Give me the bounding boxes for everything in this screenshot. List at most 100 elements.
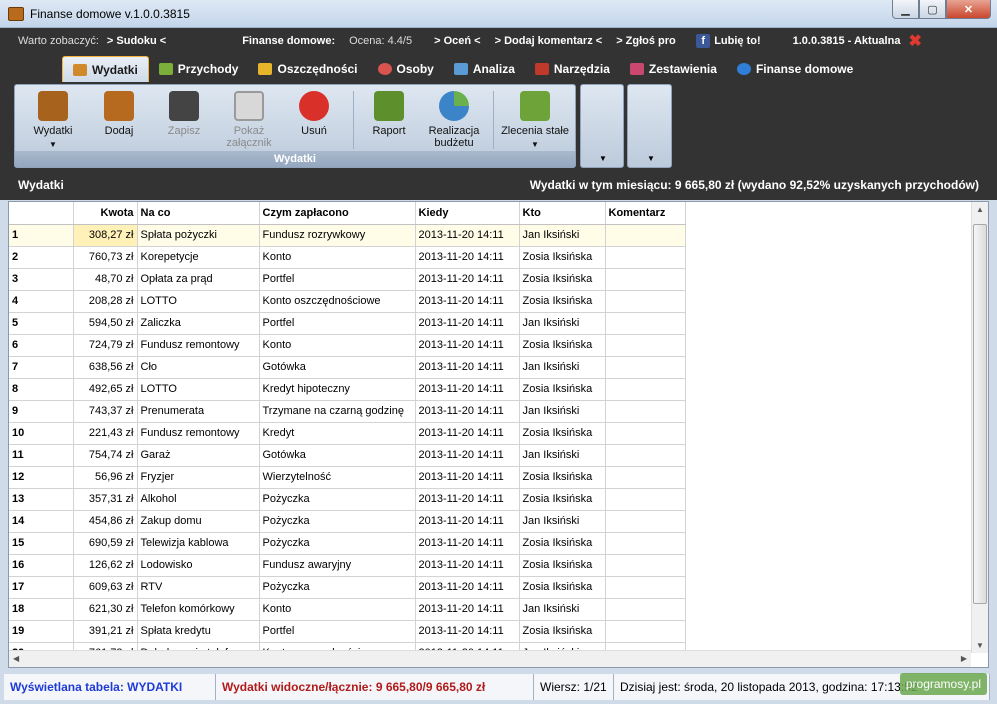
- table-cell[interactable]: Pożyczka: [259, 532, 416, 555]
- table-cell[interactable]: 594,50 zł: [73, 312, 138, 335]
- table-cell[interactable]: 2013-11-20 14:11: [415, 598, 520, 621]
- table-cell[interactable]: 391,21 zł: [73, 620, 138, 643]
- table-cell[interactable]: Gotówka: [259, 444, 416, 467]
- column-header-5[interactable]: Kto: [519, 202, 606, 225]
- table-row[interactable]: 10 221,43 zł Fundusz remontowy Kredyt 2013-1…: [9, 422, 686, 445]
- tab-oszczednosci[interactable]: Oszczędności: [248, 56, 367, 82]
- table-cell[interactable]: Opłata za prąd: [137, 268, 260, 291]
- sudoku-link[interactable]: > Sudoku <: [107, 35, 166, 47]
- table-cell[interactable]: Konto: [259, 598, 416, 621]
- column-header-0[interactable]: [9, 202, 74, 225]
- table-cell[interactable]: Zosia Iksińska: [519, 246, 606, 269]
- table-cell[interactable]: Kredyt: [259, 422, 416, 445]
- table-cell[interactable]: Prenumerata: [137, 400, 260, 423]
- add-comment-link[interactable]: > Dodaj komentarz <: [495, 35, 603, 47]
- table-cell[interactable]: Konto oszczędnościowe: [259, 290, 416, 313]
- table-cell[interactable]: 56,96 zł: [73, 466, 138, 489]
- expenses-grid[interactable]: Kwota Na co Czym zapłacono Kiedy Kto Komentar…: [8, 201, 989, 668]
- table-cell[interactable]: Pożyczka: [259, 510, 416, 533]
- table-cell[interactable]: 17: [9, 576, 74, 599]
- table-cell[interactable]: Spłata kredytu: [137, 620, 260, 643]
- table-cell[interactable]: 638,56 zł: [73, 356, 138, 379]
- table-cell[interactable]: Konto: [259, 246, 416, 269]
- table-row[interactable]: 12 56,96 zł Fryzjer Wierzytelność 2013-11-20…: [9, 466, 686, 489]
- table-row[interactable]: 11 754,74 zł Garaż Gotówka 2013-11-20 14:11 J…: [9, 444, 686, 467]
- table-cell[interactable]: Fundusz remontowy: [137, 422, 260, 445]
- table-cell[interactable]: 743,37 zł: [73, 400, 138, 423]
- table-cell[interactable]: Pożyczka: [259, 488, 416, 511]
- table-cell[interactable]: 2013-11-20 14:11: [415, 488, 520, 511]
- table-row[interactable]: 4 208,28 zł LOTTO Konto oszczędnościowe 2013…: [9, 290, 686, 313]
- table-cell[interactable]: [605, 554, 686, 577]
- table-row[interactable]: 9 743,37 zł Prenumerata Trzymane na czarną …: [9, 400, 686, 423]
- table-cell[interactable]: 8: [9, 378, 74, 401]
- horizontal-scrollbar[interactable]: ◀ ▶: [9, 650, 971, 667]
- table-cell[interactable]: 14: [9, 510, 74, 533]
- column-header-3[interactable]: Czym zapłacono: [259, 202, 416, 225]
- vertical-scrollbar[interactable]: ▲ ▼: [971, 202, 988, 653]
- table-cell[interactable]: Jan Iksiński: [519, 510, 606, 533]
- table-cell[interactable]: 208,28 zł: [73, 290, 138, 313]
- expenses-dropdown-button[interactable]: Wydatki ▼: [25, 91, 81, 151]
- table-cell[interactable]: [605, 598, 686, 621]
- tab-przychody[interactable]: Przychody: [149, 56, 249, 82]
- table-cell[interactable]: 690,59 zł: [73, 532, 138, 555]
- table-cell[interactable]: 18: [9, 598, 74, 621]
- table-cell[interactable]: 492,65 zł: [73, 378, 138, 401]
- table-cell[interactable]: 7: [9, 356, 74, 379]
- table-cell[interactable]: Jan Iksiński: [519, 356, 606, 379]
- table-cell[interactable]: 16: [9, 554, 74, 577]
- table-cell[interactable]: [605, 378, 686, 401]
- scroll-up-icon[interactable]: ▲: [976, 205, 984, 214]
- table-cell[interactable]: 2: [9, 246, 74, 269]
- table-cell[interactable]: 13: [9, 488, 74, 511]
- standing-orders-button[interactable]: Zlecenia stałe ▼: [499, 91, 571, 151]
- table-cell[interactable]: Zosia Iksińska: [519, 620, 606, 643]
- column-header-2[interactable]: Na co: [137, 202, 260, 225]
- table-cell[interactable]: Jan Iksiński: [519, 444, 606, 467]
- table-cell[interactable]: Portfel: [259, 620, 416, 643]
- table-cell[interactable]: Lodowisko: [137, 554, 260, 577]
- table-cell[interactable]: Fryzjer: [137, 466, 260, 489]
- scroll-thumb[interactable]: [973, 224, 987, 604]
- table-row[interactable]: 14 454,86 zł Zakup domu Pożyczka 2013-11-20 …: [9, 510, 686, 533]
- table-cell[interactable]: 2013-11-20 14:11: [415, 422, 520, 445]
- table-cell[interactable]: Zosia Iksińska: [519, 576, 606, 599]
- minimize-button[interactable]: ▁: [892, 0, 919, 19]
- table-row[interactable]: 2 760,73 zł Korepetycje Konto 2013-11-20 14:…: [9, 246, 686, 269]
- table-cell[interactable]: 2013-11-20 14:11: [415, 246, 520, 269]
- table-cell[interactable]: 15: [9, 532, 74, 555]
- tab-narzedzia[interactable]: Narzędzia: [525, 56, 620, 82]
- budget-realization-button[interactable]: Realizacja budżetu: [423, 91, 485, 149]
- table-cell[interactable]: Zosia Iksińska: [519, 268, 606, 291]
- table-cell[interactable]: [605, 290, 686, 313]
- table-cell[interactable]: [605, 422, 686, 445]
- ribbon-collapsed-group-2[interactable]: ▼: [627, 84, 672, 168]
- table-row[interactable]: 13 357,31 zł Alkohol Pożyczka 2013-11-20 14:…: [9, 488, 686, 511]
- scroll-right-icon[interactable]: ▶: [961, 654, 967, 663]
- table-cell[interactable]: 12: [9, 466, 74, 489]
- table-cell[interactable]: Zosia Iksińska: [519, 554, 606, 577]
- table-cell[interactable]: 2013-11-20 14:11: [415, 378, 520, 401]
- close-infobar-icon[interactable]: ✖: [908, 31, 921, 51]
- table-cell[interactable]: Portfel: [259, 312, 416, 335]
- table-row[interactable]: 1 308,27 zł Spłata pożyczki Fundusz rozrywk…: [9, 224, 686, 247]
- table-cell[interactable]: LOTTO: [137, 290, 260, 313]
- table-cell[interactable]: Wierzytelność: [259, 466, 416, 489]
- column-header-6[interactable]: Komentarz: [605, 202, 686, 225]
- table-cell[interactable]: 2013-11-20 14:11: [415, 532, 520, 555]
- table-cell[interactable]: 2013-11-20 14:11: [415, 290, 520, 313]
- table-cell[interactable]: 2013-11-20 14:11: [415, 312, 520, 335]
- table-cell[interactable]: Alkohol: [137, 488, 260, 511]
- table-cell[interactable]: 221,43 zł: [73, 422, 138, 445]
- table-cell[interactable]: [605, 268, 686, 291]
- table-row[interactable]: 5 594,50 zł Zaliczka Portfel 2013-11-20 14:1…: [9, 312, 686, 335]
- table-cell[interactable]: 2013-11-20 14:11: [415, 356, 520, 379]
- add-button[interactable]: Dodaj: [91, 91, 147, 137]
- table-cell[interactable]: [605, 620, 686, 643]
- table-cell[interactable]: 5: [9, 312, 74, 335]
- table-row[interactable]: 15 690,59 zł Telewizja kablowa Pożyczka 2013…: [9, 532, 686, 555]
- table-cell[interactable]: [605, 510, 686, 533]
- table-cell[interactable]: 308,27 zł: [73, 224, 138, 247]
- scroll-down-icon[interactable]: ▼: [976, 641, 984, 650]
